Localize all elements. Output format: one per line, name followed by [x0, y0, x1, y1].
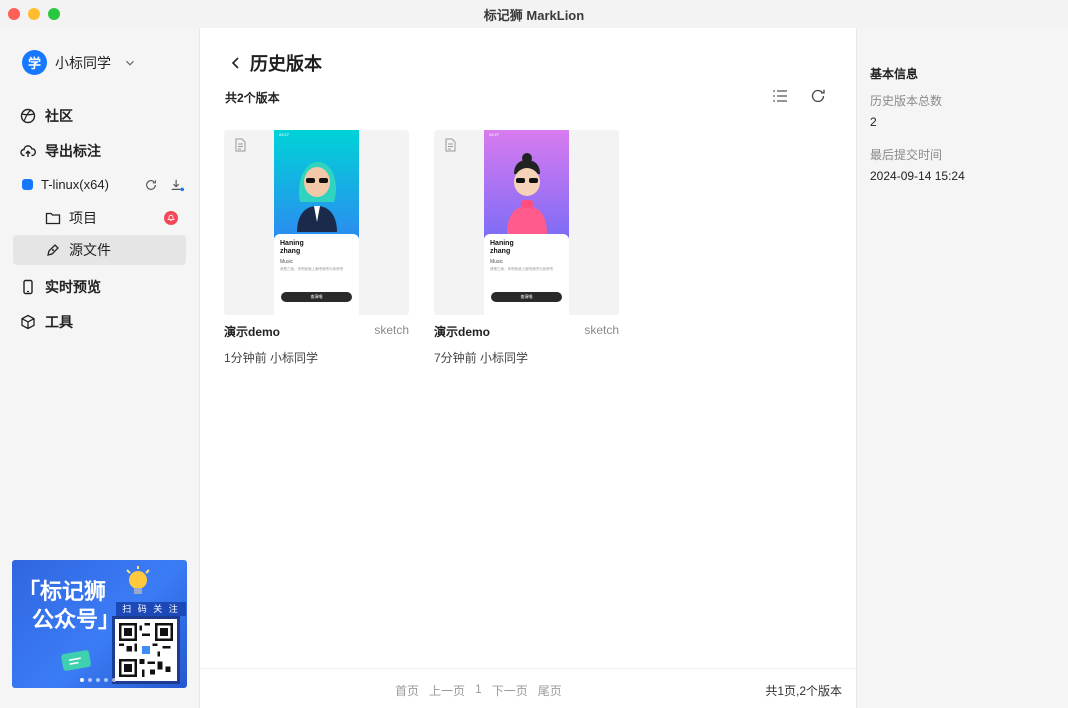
info-panel-title: 基本信息	[870, 67, 919, 81]
avatar-illustration	[297, 162, 337, 232]
sidebar: 学 小标同学 社区 导出标注 T-linux(x64) 项目 源文件 实时预览 …	[0, 28, 200, 708]
user-name: 小标同学	[55, 54, 111, 71]
nav-community[interactable]: 社区	[20, 106, 73, 126]
refresh-icon[interactable]	[144, 178, 158, 192]
sidebar-item-project-label: 项目	[69, 210, 97, 226]
version-name: 演示demo	[224, 325, 281, 339]
nav-tools-label: 工具	[45, 314, 73, 330]
total-versions-label: 历史版本总数	[870, 94, 943, 108]
pager-next[interactable]: 下一页	[492, 682, 528, 699]
design-preview: 09:27 Haning zhang Music 我是乙我，来吧我我上面吧我吧与…	[274, 130, 359, 315]
avatar-illustration	[507, 153, 547, 234]
version-meta: 7分钟前 小标同学	[434, 351, 529, 365]
pen-icon	[47, 244, 59, 256]
pager-total: 共1页,2个版本	[765, 684, 842, 698]
maximize-window-button[interactable]	[48, 8, 60, 20]
version-card[interactable]: 09:27 Haning zhang Music 我是乙我，来吧我我上面吧我吧与…	[434, 130, 619, 366]
nav-tools[interactable]: 工具	[20, 312, 73, 332]
document-icon	[445, 138, 456, 152]
design-preview: 09:27 Haning zhang Music 我是乙我，来吧我我上面吧我吧与…	[484, 130, 569, 315]
back-button[interactable]: 历史版本	[228, 50, 322, 76]
nav-community-label: 社区	[45, 108, 73, 124]
version-thumbnail[interactable]: 09:27 Haning zhang Music 我是乙我，来吧我我上面吧我吧与…	[224, 130, 409, 315]
bell-icon	[164, 211, 178, 225]
refresh-icon[interactable]	[810, 88, 826, 104]
version-type: sketch	[374, 323, 409, 337]
ticket-icon	[61, 650, 91, 671]
page-title: 历史版本	[250, 54, 322, 74]
version-type: sketch	[584, 323, 619, 337]
version-card[interactable]: 09:27 Haning zhang Music 我是乙我，来吧我我上面吧我吧与…	[224, 130, 409, 366]
pager-last[interactable]: 尾页	[538, 682, 562, 699]
document-icon	[235, 138, 246, 152]
main-content: 历史版本 共2个版本 09:27 Haning zhang Music 我是乙我…	[200, 28, 856, 708]
chevron-left-icon	[231, 57, 239, 69]
nav-preview[interactable]: 实时预览	[20, 277, 101, 297]
nav-export-label: 导出标注	[45, 143, 101, 159]
workspace-name: T-linux(x64)	[41, 177, 109, 192]
banner-scan-label: 扫 码 关 注	[116, 602, 186, 616]
last-commit-value: 2024-09-14 15:24	[870, 169, 965, 183]
pagination-bar: 首页 上一页 1 下一页 尾页 共1页,2个版本	[200, 668, 856, 708]
download-icon[interactable]	[170, 178, 184, 192]
pager-prev[interactable]: 上一页	[429, 682, 465, 699]
info-panel: 基本信息 历史版本总数 2 最后提交时间 2024-09-14 15:24	[856, 28, 1068, 708]
window-title: 标记狮 MarkLion	[483, 7, 585, 23]
globe-icon	[20, 108, 36, 124]
cube-icon	[21, 314, 35, 330]
workspace-row[interactable]: T-linux(x64)	[22, 177, 184, 192]
phone-icon	[23, 279, 33, 295]
banner-title: 「标记狮 公众号」	[18, 579, 121, 632]
title-bar: 标记狮 MarkLion	[0, 0, 1068, 28]
list-view-icon[interactable]	[772, 88, 788, 104]
sidebar-item-project[interactable]: 项目	[13, 203, 186, 233]
window-controls	[8, 8, 60, 20]
nav-export[interactable]: 导出标注	[20, 141, 101, 161]
cloud-upload-icon	[20, 145, 36, 157]
sidebar-item-source-label: 源文件	[69, 242, 111, 258]
lightbulb-icon	[126, 566, 150, 594]
pager-first[interactable]: 首页	[395, 682, 419, 699]
pager-current[interactable]: 1	[475, 682, 482, 699]
version-count: 共2个版本	[225, 91, 280, 105]
close-window-button[interactable]	[8, 8, 20, 20]
minimize-window-button[interactable]	[28, 8, 40, 20]
user-menu[interactable]: 学 小标同学	[22, 50, 137, 75]
banner-pagination[interactable]	[80, 678, 116, 682]
folder-icon	[45, 212, 61, 225]
chevron-down-icon	[126, 60, 134, 66]
sidebar-item-source[interactable]: 源文件	[13, 235, 186, 265]
version-thumbnail[interactable]: 09:27 Haning zhang Music 我是乙我，来吧我我上面吧我吧与…	[434, 130, 619, 315]
total-versions-value: 2	[870, 115, 877, 129]
wechat-banner[interactable]: 「标记狮 公众号」 扫 码 关 注	[12, 560, 187, 688]
qr-code	[112, 616, 180, 684]
avatar: 学	[22, 50, 47, 75]
version-name: 演示demo	[434, 325, 491, 339]
version-meta: 1分钟前 小标同学	[224, 351, 319, 365]
workspace-color-icon	[22, 179, 33, 190]
last-commit-label: 最后提交时间	[870, 148, 943, 162]
pager: 首页 上一页 1 下一页 尾页	[395, 682, 562, 699]
nav-preview-label: 实时预览	[45, 279, 101, 295]
